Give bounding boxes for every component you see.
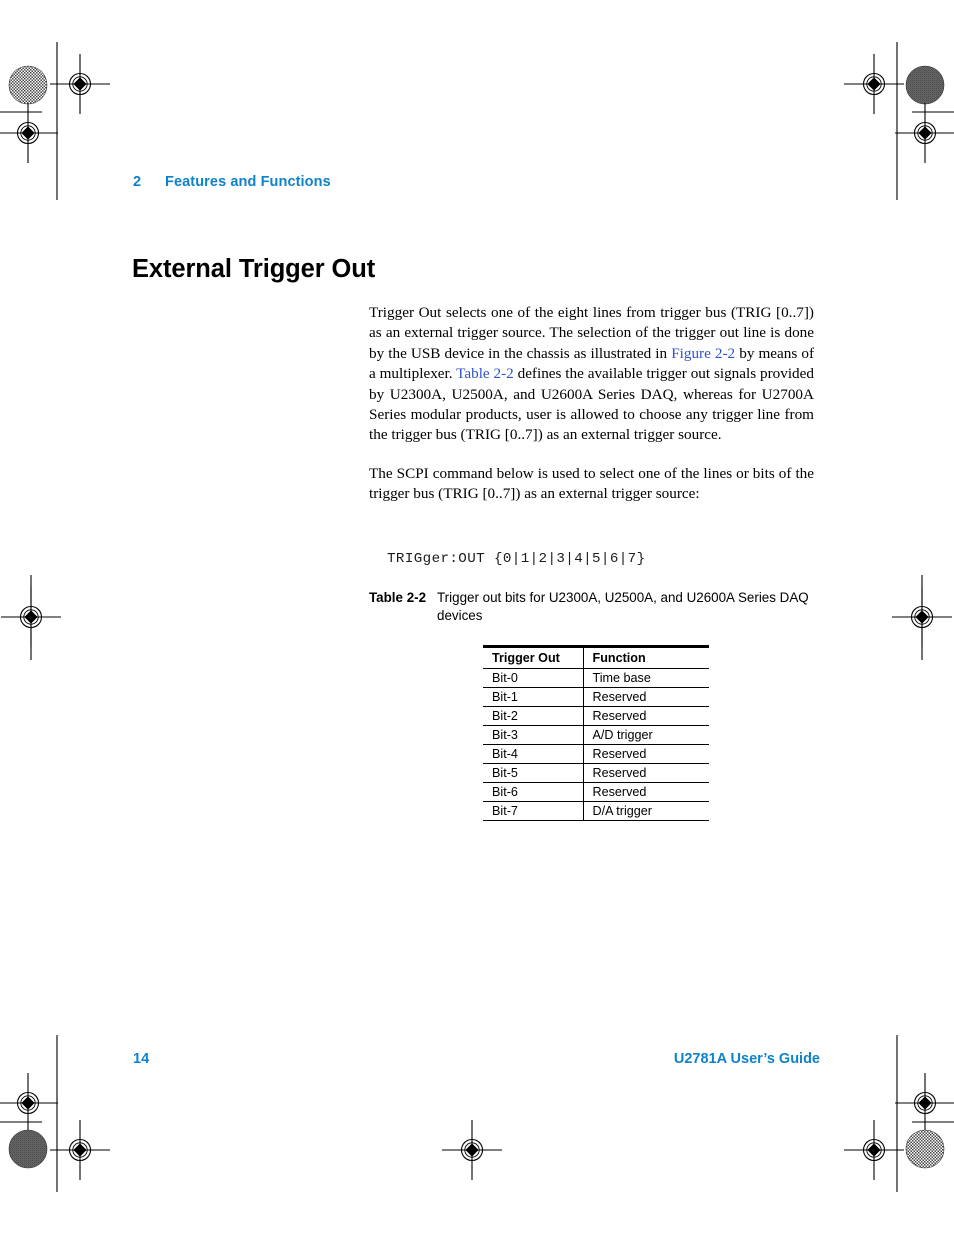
table-cell-function: D/A trigger — [582, 801, 709, 821]
table-cell-trigger-out: Bit-2 — [483, 706, 583, 726]
table-caption-text: Trigger out bits for U2300A, U2500A, and… — [437, 590, 809, 623]
table-cell-function: Reserved — [582, 706, 709, 726]
registration-mark-bottom-right-outer — [894, 1072, 954, 1134]
table-row: Bit-0 Time base — [483, 668, 709, 688]
table-body: Bit-0 Time base Bit-1 Reserved Bit-2 Reserved… — [483, 668, 709, 821]
running-header-chapter-title: Features and Functions — [165, 174, 331, 190]
registration-mark-bottom-right-inner — [843, 1119, 905, 1181]
table-cell-function: Time base — [582, 668, 709, 688]
paragraph-intro: Trigger Out selects one of the eight lin… — [369, 303, 814, 446]
table-cell-trigger-out: Bit-7 — [483, 801, 583, 821]
registration-mark-bottom-center — [441, 1119, 503, 1181]
density-patch-top-right — [905, 65, 945, 105]
table-header-function: Function — [582, 645, 709, 669]
table-cell-function: Reserved — [582, 763, 709, 783]
table-header-row: Trigger Out Function — [483, 645, 709, 669]
registration-mark-bottom-left-inner — [49, 1119, 111, 1181]
running-header: 2 Features and Functions — [133, 174, 331, 190]
cross-reference-figure-2-2[interactable]: Figure 2-2 — [671, 345, 735, 362]
footer-page-number: 14 — [133, 1051, 150, 1067]
table-cell-function: Reserved — [582, 744, 709, 764]
paragraph-scpi-command: The SCPI command below is used to select… — [369, 464, 814, 503]
footer-guide-title: U2781A User’s Guide — [673, 1051, 820, 1067]
page-canvas: 2 Features and Functions External Trigger… — [0, 0, 954, 1235]
table-cell-function: Reserved — [582, 687, 709, 707]
registration-mark-top-left-outer — [0, 102, 59, 164]
registration-mark-mid-right — [891, 586, 953, 648]
registration-mark-top-left-inner — [49, 53, 111, 115]
table-cell-trigger-out: Bit-4 — [483, 744, 583, 764]
table-cell-function: Reserved — [582, 782, 709, 802]
page-title: External Trigger Out — [132, 255, 376, 284]
table-cell-trigger-out: Bit-6 — [483, 782, 583, 802]
table-row: Bit-2 Reserved — [483, 706, 709, 726]
body-text-column: Trigger Out selects one of the eight lin… — [369, 303, 814, 505]
table-caption-label: Table 2-2 — [369, 590, 427, 605]
table-cell-trigger-out: Bit-0 — [483, 668, 583, 688]
density-patch-bottom-left — [8, 1129, 48, 1169]
registration-mark-top-right-outer — [894, 102, 954, 164]
running-header-chapter-number: 2 — [133, 174, 142, 190]
table-row: Bit-1 Reserved — [483, 687, 709, 707]
table-row: Bit-4 Reserved — [483, 744, 709, 764]
table-row: Bit-7 D/A trigger — [483, 801, 709, 821]
table-row: Bit-3 A/D trigger — [483, 725, 709, 745]
trigger-out-table: Trigger Out Function Bit-0 Time base Bit-1… — [483, 645, 709, 821]
density-patch-top-left — [8, 65, 48, 105]
table-cell-trigger-out: Bit-1 — [483, 687, 583, 707]
table-header-trigger-out: Trigger Out — [483, 645, 583, 669]
registration-mark-top-right-inner — [843, 53, 905, 115]
table-row: Bit-5 Reserved — [483, 763, 709, 783]
table-caption: Table 2-2 Trigger out bits for U2300A, U… — [369, 589, 819, 624]
table-cell-trigger-out: Bit-5 — [483, 763, 583, 783]
cross-reference-table-2-2[interactable]: Table 2-2 — [456, 365, 514, 382]
table-cell-function: A/D trigger — [582, 725, 709, 745]
registration-mark-mid-left — [0, 586, 62, 648]
table-row: Bit-6 Reserved — [483, 782, 709, 802]
table-cell-trigger-out: Bit-3 — [483, 725, 583, 745]
code-sample-scpi: TRIGger:OUT {0|1|2|3|4|5|6|7} — [387, 551, 646, 567]
registration-mark-bottom-left-outer — [0, 1072, 59, 1134]
density-patch-bottom-right — [905, 1129, 945, 1169]
